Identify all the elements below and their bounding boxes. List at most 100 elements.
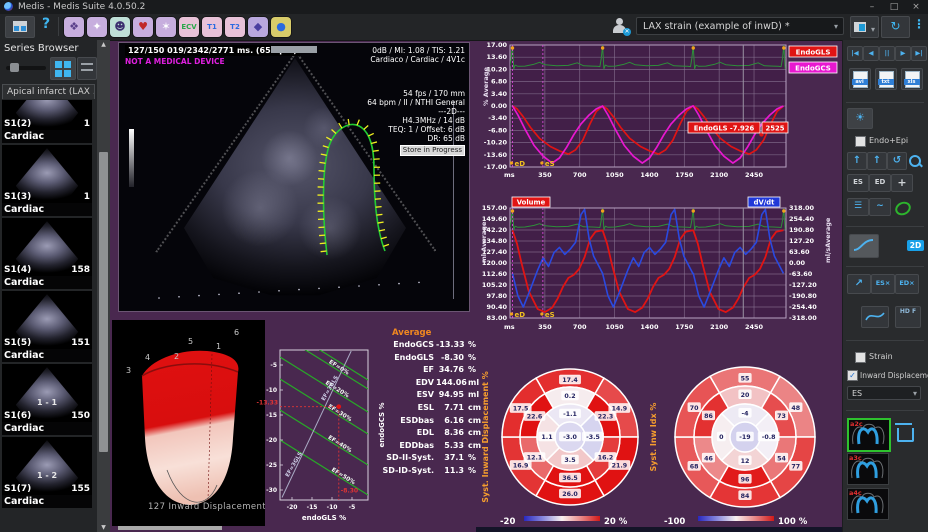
- series-thumbnail[interactable]: S1(2)1: [2, 100, 92, 130]
- study-tab[interactable]: Apical infarct (LAX ...: [2, 84, 95, 99]
- endo-epi-checkbox[interactable]: [855, 136, 866, 147]
- slider-knob[interactable]: [10, 63, 19, 72]
- step-forward-button[interactable]: ▶: [895, 46, 911, 61]
- measurement-label: ESV: [378, 390, 434, 399]
- measurement-label: ESDbas: [378, 416, 434, 425]
- svg-text:90.40: 90.40: [486, 303, 507, 311]
- ellipse-tool-icon[interactable]: [893, 199, 913, 218]
- series-item-S1(2)[interactable]: S1(2)1Cardiac: [2, 100, 92, 143]
- ed-delete-button[interactable]: ED×: [895, 274, 919, 294]
- strain-label: Strain: [869, 352, 893, 361]
- horizontal-scrollbar[interactable]: [118, 526, 222, 530]
- spline-button[interactable]: [861, 306, 889, 328]
- strain-chart[interactable]: 17.0013.6010.206.803.400.00-3.40-6.80-10…: [476, 40, 842, 192]
- move-contour-button[interactable]: +: [891, 174, 913, 192]
- thumbnail-size-slider[interactable]: [6, 66, 46, 70]
- skip-end-button[interactable]: ▶|: [911, 46, 927, 61]
- zoom-icon[interactable]: [909, 155, 921, 167]
- ultrasound-viewport[interactable]: 127/150 019/2342/2771 ms. (65 bpm) NOT A…: [118, 42, 470, 312]
- minimize-button[interactable]: –: [864, 0, 880, 14]
- export-xls-button[interactable]: xls: [901, 68, 923, 90]
- scroll-up-icon[interactable]: ▲: [97, 41, 110, 48]
- app-qsock-button[interactable]: ✶: [156, 17, 176, 37]
- ed-contour-button[interactable]: ED: [869, 174, 891, 192]
- layout-grid-button[interactable]: [5, 16, 35, 38]
- es-delete-button[interactable]: ES×: [871, 274, 895, 294]
- list-view-button[interactable]: [77, 57, 97, 80]
- workspace-dropdown[interactable]: LAX strain (example of inwD) * ▾: [636, 17, 844, 35]
- series-item-S1(4)[interactable]: S1(4)158Cardiac: [2, 218, 92, 289]
- svg-text:100 %: 100 %: [778, 517, 808, 527]
- app-ecv-button[interactable]: ECV: [179, 17, 199, 37]
- curve-mode-button[interactable]: [849, 234, 879, 258]
- kebab-menu-button[interactable]: ⋮: [913, 17, 925, 31]
- grid-view-button[interactable]: [50, 57, 76, 80]
- view-thumbnail-a2c[interactable]: a2c: [847, 418, 891, 452]
- view-thumbnail-a4c[interactable]: a4c: [847, 488, 889, 520]
- svg-text:-20: -20: [287, 504, 298, 511]
- view-label: a2c: [850, 420, 863, 428]
- series-scrollbar[interactable]: ▲ ▼: [97, 40, 110, 532]
- series-thumbnail[interactable]: 1 - 1S1(6)150: [2, 364, 92, 422]
- hdf-button[interactable]: HD F: [895, 306, 921, 328]
- app-qflow-button[interactable]: ✦: [87, 17, 107, 37]
- shift-up-button[interactable]: ↑: [847, 152, 867, 170]
- svg-text:350: 350: [538, 171, 552, 179]
- series-thumbnail[interactable]: S1(3)1: [2, 145, 92, 203]
- maximize-button[interactable]: □: [886, 0, 902, 14]
- app-q3d-button[interactable]: ☻: [110, 17, 130, 37]
- series-item-S1(3)[interactable]: S1(3)1Cardiac: [2, 145, 92, 216]
- user-session-icon[interactable]: ✕: [612, 18, 628, 34]
- series-item-S1(7)[interactable]: 1 - 2S1(7)155Cardiac: [2, 437, 92, 508]
- layout-save-button[interactable]: ▾: [850, 16, 879, 38]
- app-strain-button[interactable]: ◆: [248, 17, 268, 37]
- export-avi-button[interactable]: avi: [849, 68, 871, 90]
- app-viewer-button[interactable]: ●: [271, 17, 291, 37]
- svg-text:0.2: 0.2: [564, 393, 575, 400]
- svg-text:21.9: 21.9: [612, 463, 628, 470]
- phase-select[interactable]: ES ▾: [847, 386, 921, 400]
- export-txt-button[interactable]: txt: [875, 68, 897, 90]
- svg-text:-20: -20: [500, 517, 515, 527]
- delete-view-button[interactable]: [897, 428, 914, 442]
- measurement-row: EndoGLS-8.30%: [378, 353, 484, 365]
- help-button[interactable]: ?: [42, 16, 50, 32]
- series-id: S1(4): [4, 265, 31, 275]
- curve-tool-button[interactable]: ∼: [869, 198, 891, 216]
- series-item-S1(6)[interactable]: 1 - 1S1(6)150Cardiac: [2, 364, 92, 435]
- inward-displacement-checkbox[interactable]: ✓: [847, 370, 858, 381]
- app-t1-button[interactable]: T1: [202, 17, 222, 37]
- series-thumbnail[interactable]: 1 - 2S1(7)155: [2, 437, 92, 495]
- app-qmass-button[interactable]: ❖: [64, 17, 84, 37]
- scroll-down-icon[interactable]: ▼: [97, 524, 110, 531]
- brightness-button[interactable]: ☀: [847, 108, 873, 129]
- series-thumbnail[interactable]: S1(5)151: [2, 291, 92, 349]
- svg-text:-100: -100: [664, 517, 685, 527]
- pause-button[interactable]: ||: [879, 46, 895, 61]
- layers-button[interactable]: ☰: [847, 198, 869, 216]
- cine-progress-bar[interactable]: [271, 46, 317, 53]
- volume-chart[interactable]: 157.00149.60142.20134.80127.40120.00112.…: [476, 196, 842, 342]
- scale-up-button[interactable]: ↑: [867, 152, 887, 170]
- series-item-S1(5)[interactable]: S1(5)151Cardiac: [2, 291, 92, 362]
- svg-text:-5: -5: [349, 504, 356, 511]
- undo-button[interactable]: ↺: [887, 152, 907, 170]
- es-contour-button[interactable]: ES: [847, 174, 869, 192]
- skip-start-button[interactable]: |◀: [847, 46, 863, 61]
- layout-reset-button[interactable]: ↻: [881, 16, 910, 38]
- series-label: Cardiac: [2, 495, 92, 508]
- svg-text:36.5: 36.5: [562, 475, 578, 482]
- close-button[interactable]: ×: [908, 0, 924, 14]
- view-thumbnail-a3c[interactable]: a3c: [847, 453, 889, 485]
- step-back-button[interactable]: ◀: [863, 46, 879, 61]
- series-thumbnail[interactable]: S1(4)158: [2, 218, 92, 276]
- app-t2-button[interactable]: T2: [225, 17, 245, 37]
- scrollbar-thumb[interactable]: [99, 152, 108, 452]
- model-3d-panel[interactable]: 123456 127 Inward Displacement: [112, 320, 265, 526]
- svg-text:350: 350: [538, 323, 552, 331]
- app-qheart-button[interactable]: ♥: [133, 17, 153, 37]
- series-id: S1(5): [4, 338, 31, 348]
- strain-checkbox[interactable]: [855, 352, 866, 363]
- mode-2d-badge[interactable]: 2D: [907, 240, 924, 251]
- propagate-button[interactable]: ↗: [847, 274, 871, 294]
